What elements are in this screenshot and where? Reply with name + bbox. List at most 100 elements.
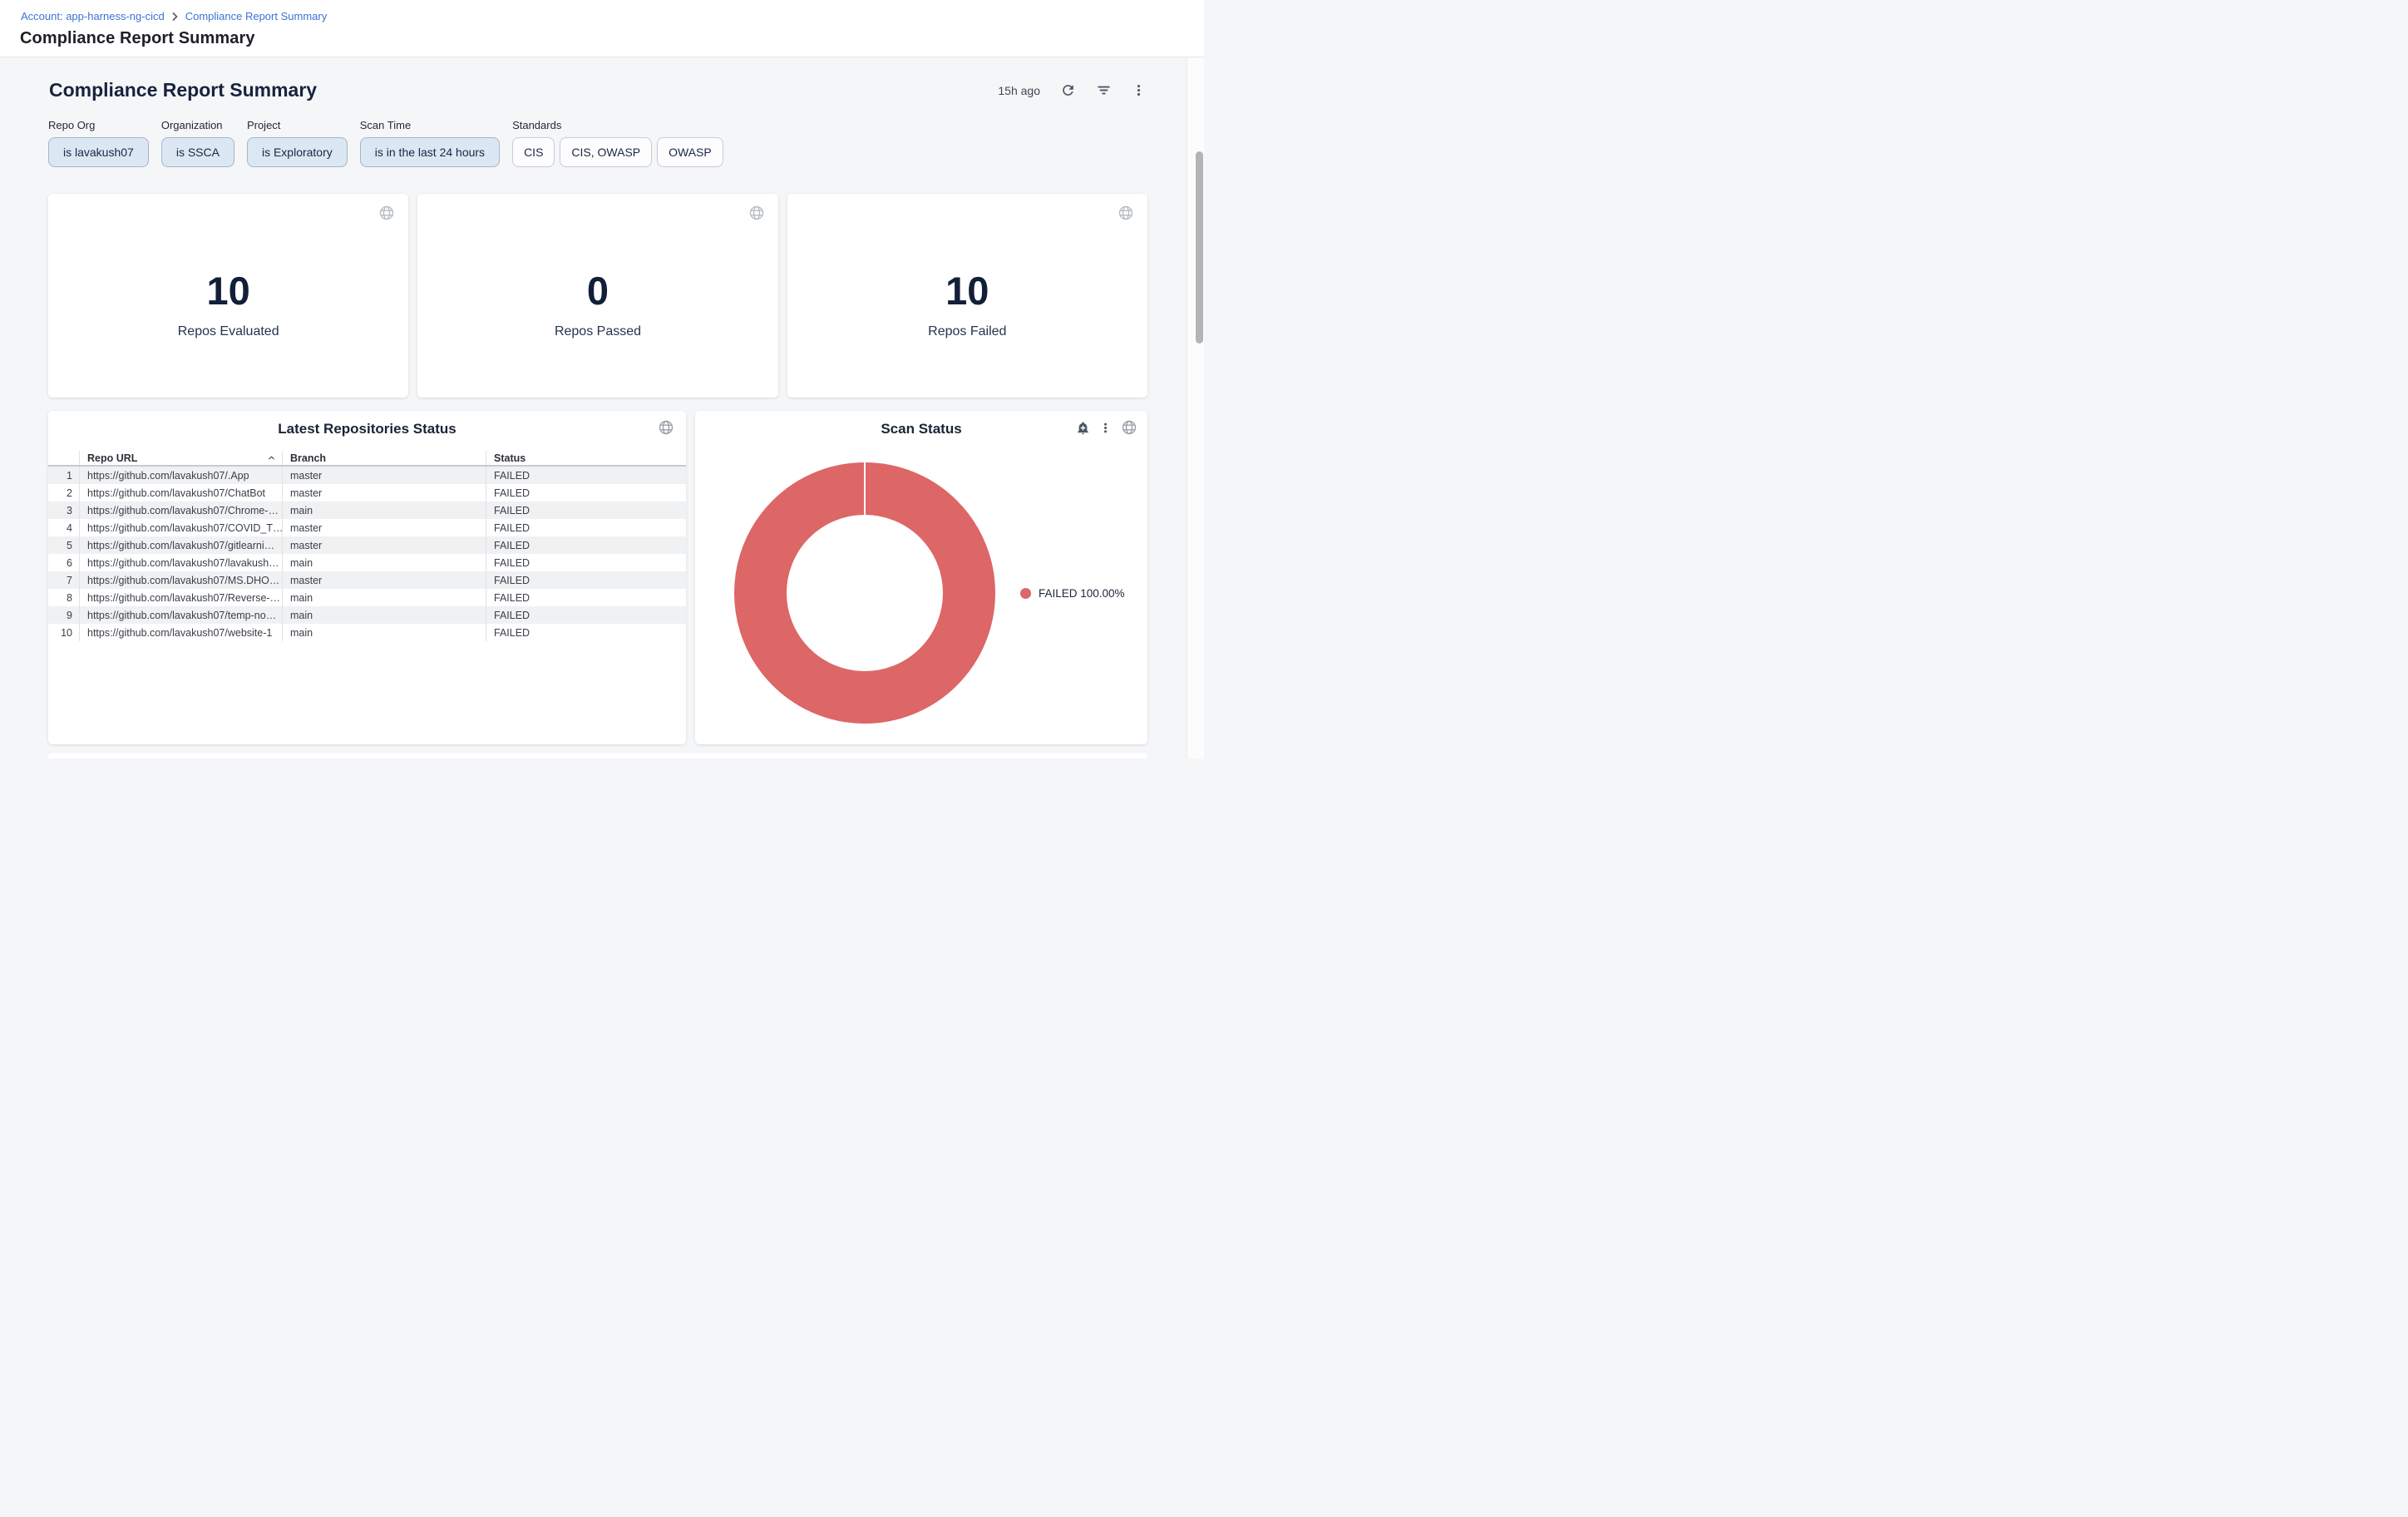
table-row: 4 https://github.com/lavakush07/COVID_T…… (48, 519, 686, 536)
row-number-cell: 4 (48, 519, 79, 536)
repo-url-cell: https://github.com/lavakush07/website-1 (79, 624, 282, 641)
row-number-cell: 8 (48, 589, 79, 606)
table-header-row: Repo URL Branch Status (48, 451, 686, 467)
filter-chip[interactable]: is Exploratory (247, 137, 348, 167)
refresh-icon[interactable] (1060, 82, 1076, 98)
last-refreshed-label: 15h ago (998, 84, 1040, 97)
repo-url-cell: https://github.com/lavakush07/ChatBot (79, 484, 282, 502)
repo-url-cell: https://github.com/lavakush07/gitlearni… (79, 536, 282, 554)
table-row: 6 https://github.com/lavakush07/lavakush… (48, 554, 686, 571)
latest-repositories-panel: Latest Repositories Status Repo URL Bran… (48, 411, 686, 744)
filter-chips: CISCIS, OWASPOWASP (512, 137, 723, 167)
tile-repos-evaluated: 10 Repos Evaluated (48, 194, 408, 398)
filter-chip[interactable]: CIS, OWASP (560, 137, 652, 167)
filter-chip[interactable]: is SSCA (161, 137, 234, 167)
filter-group: Scan Time is in the last 24 hours (360, 119, 500, 167)
filter-label: Project (247, 119, 348, 131)
table-row: 1 https://github.com/lavakush07/.App mas… (48, 467, 686, 484)
kebab-menu-icon[interactable] (1099, 422, 1112, 434)
column-header-status[interactable]: Status (486, 451, 686, 465)
filter-chips: is lavakush07 (48, 137, 149, 167)
stat-tiles-row: 10 Repos Evaluated 0 Repos Passed 10 Rep… (48, 194, 1147, 398)
stat-label: Repos Evaluated (178, 324, 279, 339)
filter-chips: is in the last 24 hours (360, 137, 500, 167)
repo-url-cell: https://github.com/lavakush07/MS.DHO… (79, 571, 282, 589)
status-cell: FAILED (486, 467, 686, 484)
column-header-repo-url[interactable]: Repo URL (79, 451, 282, 465)
repositories-table: Repo URL Branch Status 1 https://github.… (48, 451, 686, 641)
sort-asc-icon (267, 453, 276, 462)
table-row: 7 https://github.com/lavakush07/MS.DHO… … (48, 571, 686, 589)
scrollbar-track[interactable] (1187, 58, 1204, 758)
status-cell: FAILED (486, 484, 686, 502)
row-number-cell: 10 (48, 624, 79, 641)
branch-cell: main (282, 589, 486, 606)
table-row: 3 https://github.com/lavakush07/Chrome-…… (48, 502, 686, 519)
breadcrumb: Account: app-harness-ng-cicd Compliance … (21, 10, 327, 22)
repo-url-cell: https://github.com/lavakush07/COVID_T… (79, 519, 282, 536)
filter-chips: is SSCA (161, 137, 234, 167)
branch-cell: main (282, 606, 486, 624)
dashboard-actions: 15h ago (998, 82, 1146, 98)
status-cell: FAILED (486, 589, 686, 606)
table-body: 1 https://github.com/lavakush07/.App mas… (48, 467, 686, 641)
filter-group: Project is Exploratory (247, 119, 348, 167)
row-number-header (48, 451, 79, 465)
table-row: 5 https://github.com/lavakush07/gitlearn… (48, 536, 686, 554)
repo-url-cell: https://github.com/lavakush07/Reverse-… (79, 589, 282, 606)
row-number-cell: 5 (48, 536, 79, 554)
scan-status-donut-chart[interactable] (734, 462, 995, 724)
donut-legend[interactable]: FAILED 100.00% (1020, 587, 1125, 600)
stat-label: Repos Failed (928, 324, 1006, 339)
page-header: Account: app-harness-ng-cicd Compliance … (0, 0, 1204, 57)
globe-icon[interactable] (658, 419, 674, 436)
row-number-cell: 7 (48, 571, 79, 589)
filter-label: Standards (512, 119, 723, 131)
filter-label: Organization (161, 119, 234, 131)
status-cell: FAILED (486, 554, 686, 571)
alert-bell-plus-icon[interactable] (1076, 421, 1090, 435)
donut-slice-divider (864, 462, 866, 515)
table-row: 8 https://github.com/lavakush07/Reverse-… (48, 589, 686, 606)
chevron-right-icon (171, 12, 179, 21)
branch-cell: master (282, 571, 486, 589)
status-cell: FAILED (486, 519, 686, 536)
globe-icon[interactable] (1118, 205, 1134, 221)
row-number-cell: 9 (48, 606, 79, 624)
column-header-branch[interactable]: Branch (282, 451, 486, 465)
branch-cell: master (282, 484, 486, 502)
branch-cell: main (282, 624, 486, 641)
filter-chips: is Exploratory (247, 137, 348, 167)
row-number-cell: 6 (48, 554, 79, 571)
breadcrumb-account-link[interactable]: Account: app-harness-ng-cicd (21, 10, 165, 22)
row-number-cell: 2 (48, 484, 79, 502)
repo-url-cell: https://github.com/lavakush07/Chrome-… (79, 502, 282, 519)
globe-icon[interactable] (748, 205, 765, 221)
globe-icon[interactable] (1121, 419, 1137, 436)
stat-label: Repos Passed (555, 324, 641, 339)
scrollbar-thumb[interactable] (1196, 151, 1203, 343)
filter-chip[interactable]: CIS (512, 137, 555, 167)
repo-url-cell: https://github.com/lavakush07/lavakush… (79, 554, 282, 571)
filter-group: Organization is SSCA (161, 119, 234, 167)
globe-icon[interactable] (378, 205, 395, 221)
repo-url-cell: https://github.com/lavakush07/.App (79, 467, 282, 484)
filter-label: Repo Org (48, 119, 149, 131)
filter-icon[interactable] (1096, 82, 1112, 98)
stat-value: 0 (587, 271, 609, 310)
filter-chip[interactable]: is in the last 24 hours (360, 137, 500, 167)
stat-value: 10 (945, 271, 989, 310)
row-number-cell: 1 (48, 467, 79, 484)
filter-chip[interactable]: is lavakush07 (48, 137, 149, 167)
legend-failed-label: FAILED 100.00% (1039, 587, 1125, 600)
filter-chip[interactable]: OWASP (657, 137, 723, 167)
filter-group: Repo Org is lavakush07 (48, 119, 149, 167)
row-number-cell: 3 (48, 502, 79, 519)
tile-repos-passed: 0 Repos Passed (417, 194, 777, 398)
status-cell: FAILED (486, 624, 686, 641)
status-cell: FAILED (486, 536, 686, 554)
dashboard-title: Compliance Report Summary (49, 79, 317, 101)
kebab-menu-icon[interactable] (1132, 83, 1146, 97)
breadcrumb-page-link[interactable]: Compliance Report Summary (185, 10, 328, 22)
table-row: 10 https://github.com/lavakush07/website… (48, 624, 686, 641)
